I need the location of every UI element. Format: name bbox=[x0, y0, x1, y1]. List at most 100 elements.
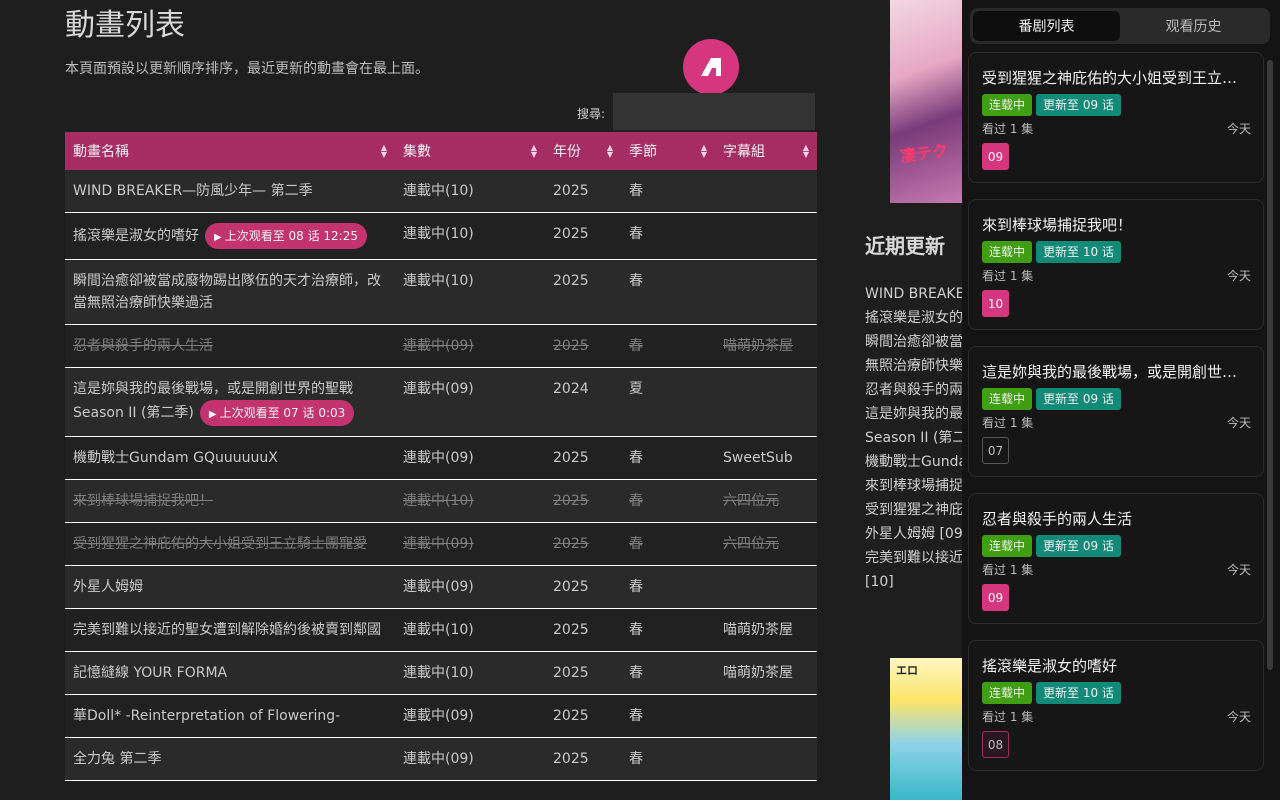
recent-update-item[interactable]: 外星人姆姆 [09 bbox=[865, 523, 965, 545]
subgroup-cell: 六四位元 bbox=[715, 522, 817, 566]
play-icon: ▶ bbox=[214, 232, 222, 243]
year-text: 2025 bbox=[553, 338, 589, 354]
episode-button[interactable]: 08 bbox=[982, 731, 1009, 758]
recent-update-item[interactable]: 忍者與殺手的兩 bbox=[865, 379, 965, 401]
card-title[interactable]: 忍者與殺手的兩人生活 bbox=[982, 508, 1242, 529]
anime-name-cell[interactable]: 完美到難以接近的聖女遭到解除婚約後被賣到鄰國 bbox=[65, 608, 395, 652]
tab-anime-list[interactable]: 番剧列表 bbox=[973, 11, 1120, 41]
episodes-text: 連載中(10) bbox=[403, 665, 474, 681]
recent-update-item[interactable]: 機動戰士Gundam bbox=[865, 451, 965, 473]
floating-action-button[interactable] bbox=[683, 39, 739, 95]
anime-name-cell[interactable]: 華Doll* -Reinterpretation of Flowering- bbox=[65, 694, 395, 738]
table-row[interactable]: 這是妳與我的最後戰場，或是開創世界的聖戰 Season II (第二季) ▶ 上次观… bbox=[65, 367, 817, 437]
resume-watch-button[interactable]: ▶ 上次观看至 07 话 0:03 bbox=[199, 400, 355, 426]
subgroup-cell: 喵萌奶茶屋 bbox=[715, 608, 817, 652]
card-badges: 连载中 更新至 09 话 bbox=[982, 535, 1121, 557]
table-row[interactable]: 華Doll* -Reinterpretation of Flowering- 連載… bbox=[65, 694, 817, 738]
recent-update-item[interactable]: 瞬間治癒卻被當 bbox=[865, 331, 965, 353]
table-row[interactable]: 完美到難以接近的聖女遭到解除婚約後被賣到鄰國 連載中(10) 2025 春 喵萌奶茶屋 bbox=[65, 608, 817, 652]
anime-name-text: 華Doll* -Reinterpretation of Flowering- bbox=[73, 708, 341, 724]
anime-name-cell[interactable]: 機動戰士Gundam GQuuuuuuX bbox=[65, 436, 395, 480]
recent-update-item[interactable]: 完美到難以接近 bbox=[865, 547, 965, 569]
season-text: 春 bbox=[629, 450, 643, 466]
season-cell: 春 bbox=[621, 737, 715, 781]
table-row[interactable]: 受到猩猩之神庇佑的大小姐受到王立騎士團寵愛 連載中(09) 2025 春 六四位元 bbox=[65, 522, 817, 566]
table-row[interactable]: 來到棒球場捕捉我吧！ 連載中(10) 2025 春 六四位元 bbox=[65, 479, 817, 523]
column-header-episodes[interactable]: 集數 ▲ ▼ bbox=[395, 132, 545, 170]
episode-button[interactable]: 09 bbox=[982, 584, 1009, 611]
recent-update-item[interactable]: 搖滾樂是淑女的 bbox=[865, 307, 965, 329]
recent-update-item[interactable]: 來到棒球場捕捉 bbox=[865, 475, 965, 497]
ad-banner-top[interactable]: 凄テク bbox=[890, 0, 964, 203]
year-cell: 2025 bbox=[545, 170, 621, 213]
recent-updates-list: WIND BREAKE 搖滾樂是淑女的 瞬間治癒卻被當 無照治療師快樂 忍者與殺手的兩這… bbox=[865, 283, 965, 595]
play-icon: ▶ bbox=[208, 409, 217, 420]
anime-card[interactable]: 搖滾樂是淑女的嗜好 连载中 更新至 10 话看过 1 集 今天 08 bbox=[968, 640, 1264, 771]
table-row[interactable]: 搖滾樂是淑女的嗜好 ▶ 上次观看至 08 话 12:25 連載中(10) 2025 春 bbox=[65, 212, 817, 260]
subgroup-cell bbox=[715, 694, 817, 738]
tab-watch-history[interactable]: 观看历史 bbox=[1120, 11, 1267, 41]
card-title[interactable]: 受到猩猩之神庇佑的大小姐受到王立騎士團寵愛 bbox=[982, 67, 1242, 88]
recent-update-item[interactable]: 這是妳與我的最 bbox=[865, 403, 965, 425]
update-badge: 更新至 09 话 bbox=[1036, 535, 1121, 557]
anime-card[interactable]: 來到棒球場捕捉我吧！ 连载中 更新至 10 话看过 1 集 今天 10 bbox=[968, 199, 1264, 330]
subgroup-cell bbox=[715, 565, 817, 609]
card-badges: 连载中 更新至 09 话 bbox=[982, 388, 1121, 410]
table-row[interactable]: WIND BREAKER—防風少年— 第二季 連載中(10) 2025 春 bbox=[65, 170, 817, 213]
episode-button[interactable]: 07 bbox=[982, 437, 1009, 464]
ad-banner-bottom[interactable]: エロ bbox=[890, 658, 964, 800]
recent-update-item[interactable]: 無照治療師快樂 bbox=[865, 355, 965, 377]
season-text: 春 bbox=[629, 708, 643, 724]
recent-update-item[interactable]: WIND BREAKE bbox=[865, 283, 965, 305]
season-text: 夏 bbox=[629, 381, 643, 397]
column-header-name[interactable]: 動畫名稱 ▲ ▼ bbox=[65, 132, 395, 170]
table-row[interactable]: 忍者與殺手的兩人生活 連載中(09) 2025 春 喵萌奶茶屋 bbox=[65, 324, 817, 368]
anime-name-cell[interactable]: 受到猩猩之神庇佑的大小姐受到王立騎士團寵愛 bbox=[65, 522, 395, 566]
column-header-label: 季節 bbox=[629, 144, 657, 160]
card-title[interactable]: 來到棒球場捕捉我吧！ bbox=[982, 214, 1242, 235]
season-text: 春 bbox=[629, 183, 643, 199]
resume-watch-button[interactable]: ▶ 上次观看至 08 话 12:25 bbox=[205, 223, 367, 249]
table-row[interactable]: 機動戰士Gundam GQuuuuuuX 連載中(09) 2025 春 SweetSub bbox=[65, 436, 817, 480]
column-header-year[interactable]: 年份 ▲ ▼ bbox=[545, 132, 621, 170]
episode-button[interactable]: 10 bbox=[982, 290, 1009, 317]
year-cell: 2025 bbox=[545, 479, 621, 523]
anime-name-cell[interactable]: 忍者與殺手的兩人生活 bbox=[65, 324, 395, 368]
anime-name-cell[interactable]: 來到棒球場捕捉我吧！ bbox=[65, 479, 395, 523]
column-header-group[interactable]: 字幕組 ▲ ▼ bbox=[715, 132, 817, 170]
table-row[interactable]: 瞬間治癒卻被當成廢物踢出隊伍的天才治療師，改當無照治療師快樂過活 連載中(10) 2… bbox=[65, 259, 817, 325]
search-input[interactable] bbox=[613, 93, 815, 130]
season-cell: 春 bbox=[621, 479, 715, 523]
anime-name-cell[interactable]: 瞬間治癒卻被當成廢物踢出隊伍的天才治療師，改當無照治療師快樂過活 bbox=[65, 259, 395, 325]
anime-name-cell[interactable]: WIND BREAKER—防風少年— 第二季 bbox=[65, 170, 395, 213]
anime-name-cell[interactable]: 搖滾樂是淑女的嗜好 ▶ 上次观看至 08 话 12:25 bbox=[65, 212, 395, 260]
anime-name-cell[interactable]: 記憶縫線 YOUR FORMA bbox=[65, 651, 395, 695]
table-row[interactable]: 外星人姆姆 連載中(09) 2025 春 bbox=[65, 565, 817, 609]
recent-updates-title: 近期更新 bbox=[865, 234, 945, 258]
column-header-season[interactable]: 季節 ▲ ▼ bbox=[621, 132, 715, 170]
column-header-label: 集數 bbox=[403, 144, 431, 160]
season-cell: 春 bbox=[621, 324, 715, 368]
anime-name-cell[interactable]: 外星人姆姆 bbox=[65, 565, 395, 609]
year-text: 2025 bbox=[553, 665, 589, 681]
recent-update-item[interactable]: 受到猩猩之神庇 bbox=[865, 499, 965, 521]
anime-name-text: 全力兔 第二季 bbox=[73, 751, 162, 767]
table-row[interactable]: 記憶縫線 YOUR FORMA 連載中(10) 2025 春 喵萌奶茶屋 bbox=[65, 651, 817, 695]
episode-button[interactable]: 09 bbox=[982, 143, 1009, 170]
episodes-cell: 連載中(09) bbox=[395, 522, 545, 566]
card-badges: 连载中 更新至 10 话 bbox=[982, 682, 1121, 704]
anime-card[interactable]: 這是妳與我的最後戰場，或是開創世界的聖戰连载中更新至 09 话看过 1 集 今天 0… bbox=[968, 346, 1264, 477]
card-title[interactable]: 搖滾樂是淑女的嗜好 bbox=[982, 655, 1242, 676]
panel-scrollbar[interactable] bbox=[1267, 60, 1273, 670]
watched-count: 看过 1 集 bbox=[982, 269, 1034, 283]
anime-card[interactable]: 受到猩猩之神庇佑的大小姐受到王立騎士團寵愛连载中更新至 09 话看过 1 集 今天… bbox=[968, 52, 1264, 183]
recent-update-item[interactable]: Season II (第二 bbox=[865, 427, 965, 449]
year-text: 2024 bbox=[553, 381, 589, 397]
table-row[interactable]: 全力兔 第二季 連載中(09) 2025 春 bbox=[65, 737, 817, 781]
year-text: 2025 bbox=[553, 273, 589, 289]
anime-name-cell[interactable]: 全力兔 第二季 bbox=[65, 737, 395, 781]
recent-update-item[interactable]: [10] bbox=[865, 571, 965, 593]
card-title[interactable]: 這是妳與我的最後戰場，或是開創世界的聖戰 bbox=[982, 361, 1242, 382]
anime-name-cell[interactable]: 這是妳與我的最後戰場，或是開創世界的聖戰 Season II (第二季) ▶ 上次观… bbox=[65, 367, 395, 437]
anime-card[interactable]: 忍者與殺手的兩人生活 连载中 更新至 09 话看过 1 集 今天 09 bbox=[968, 493, 1264, 624]
